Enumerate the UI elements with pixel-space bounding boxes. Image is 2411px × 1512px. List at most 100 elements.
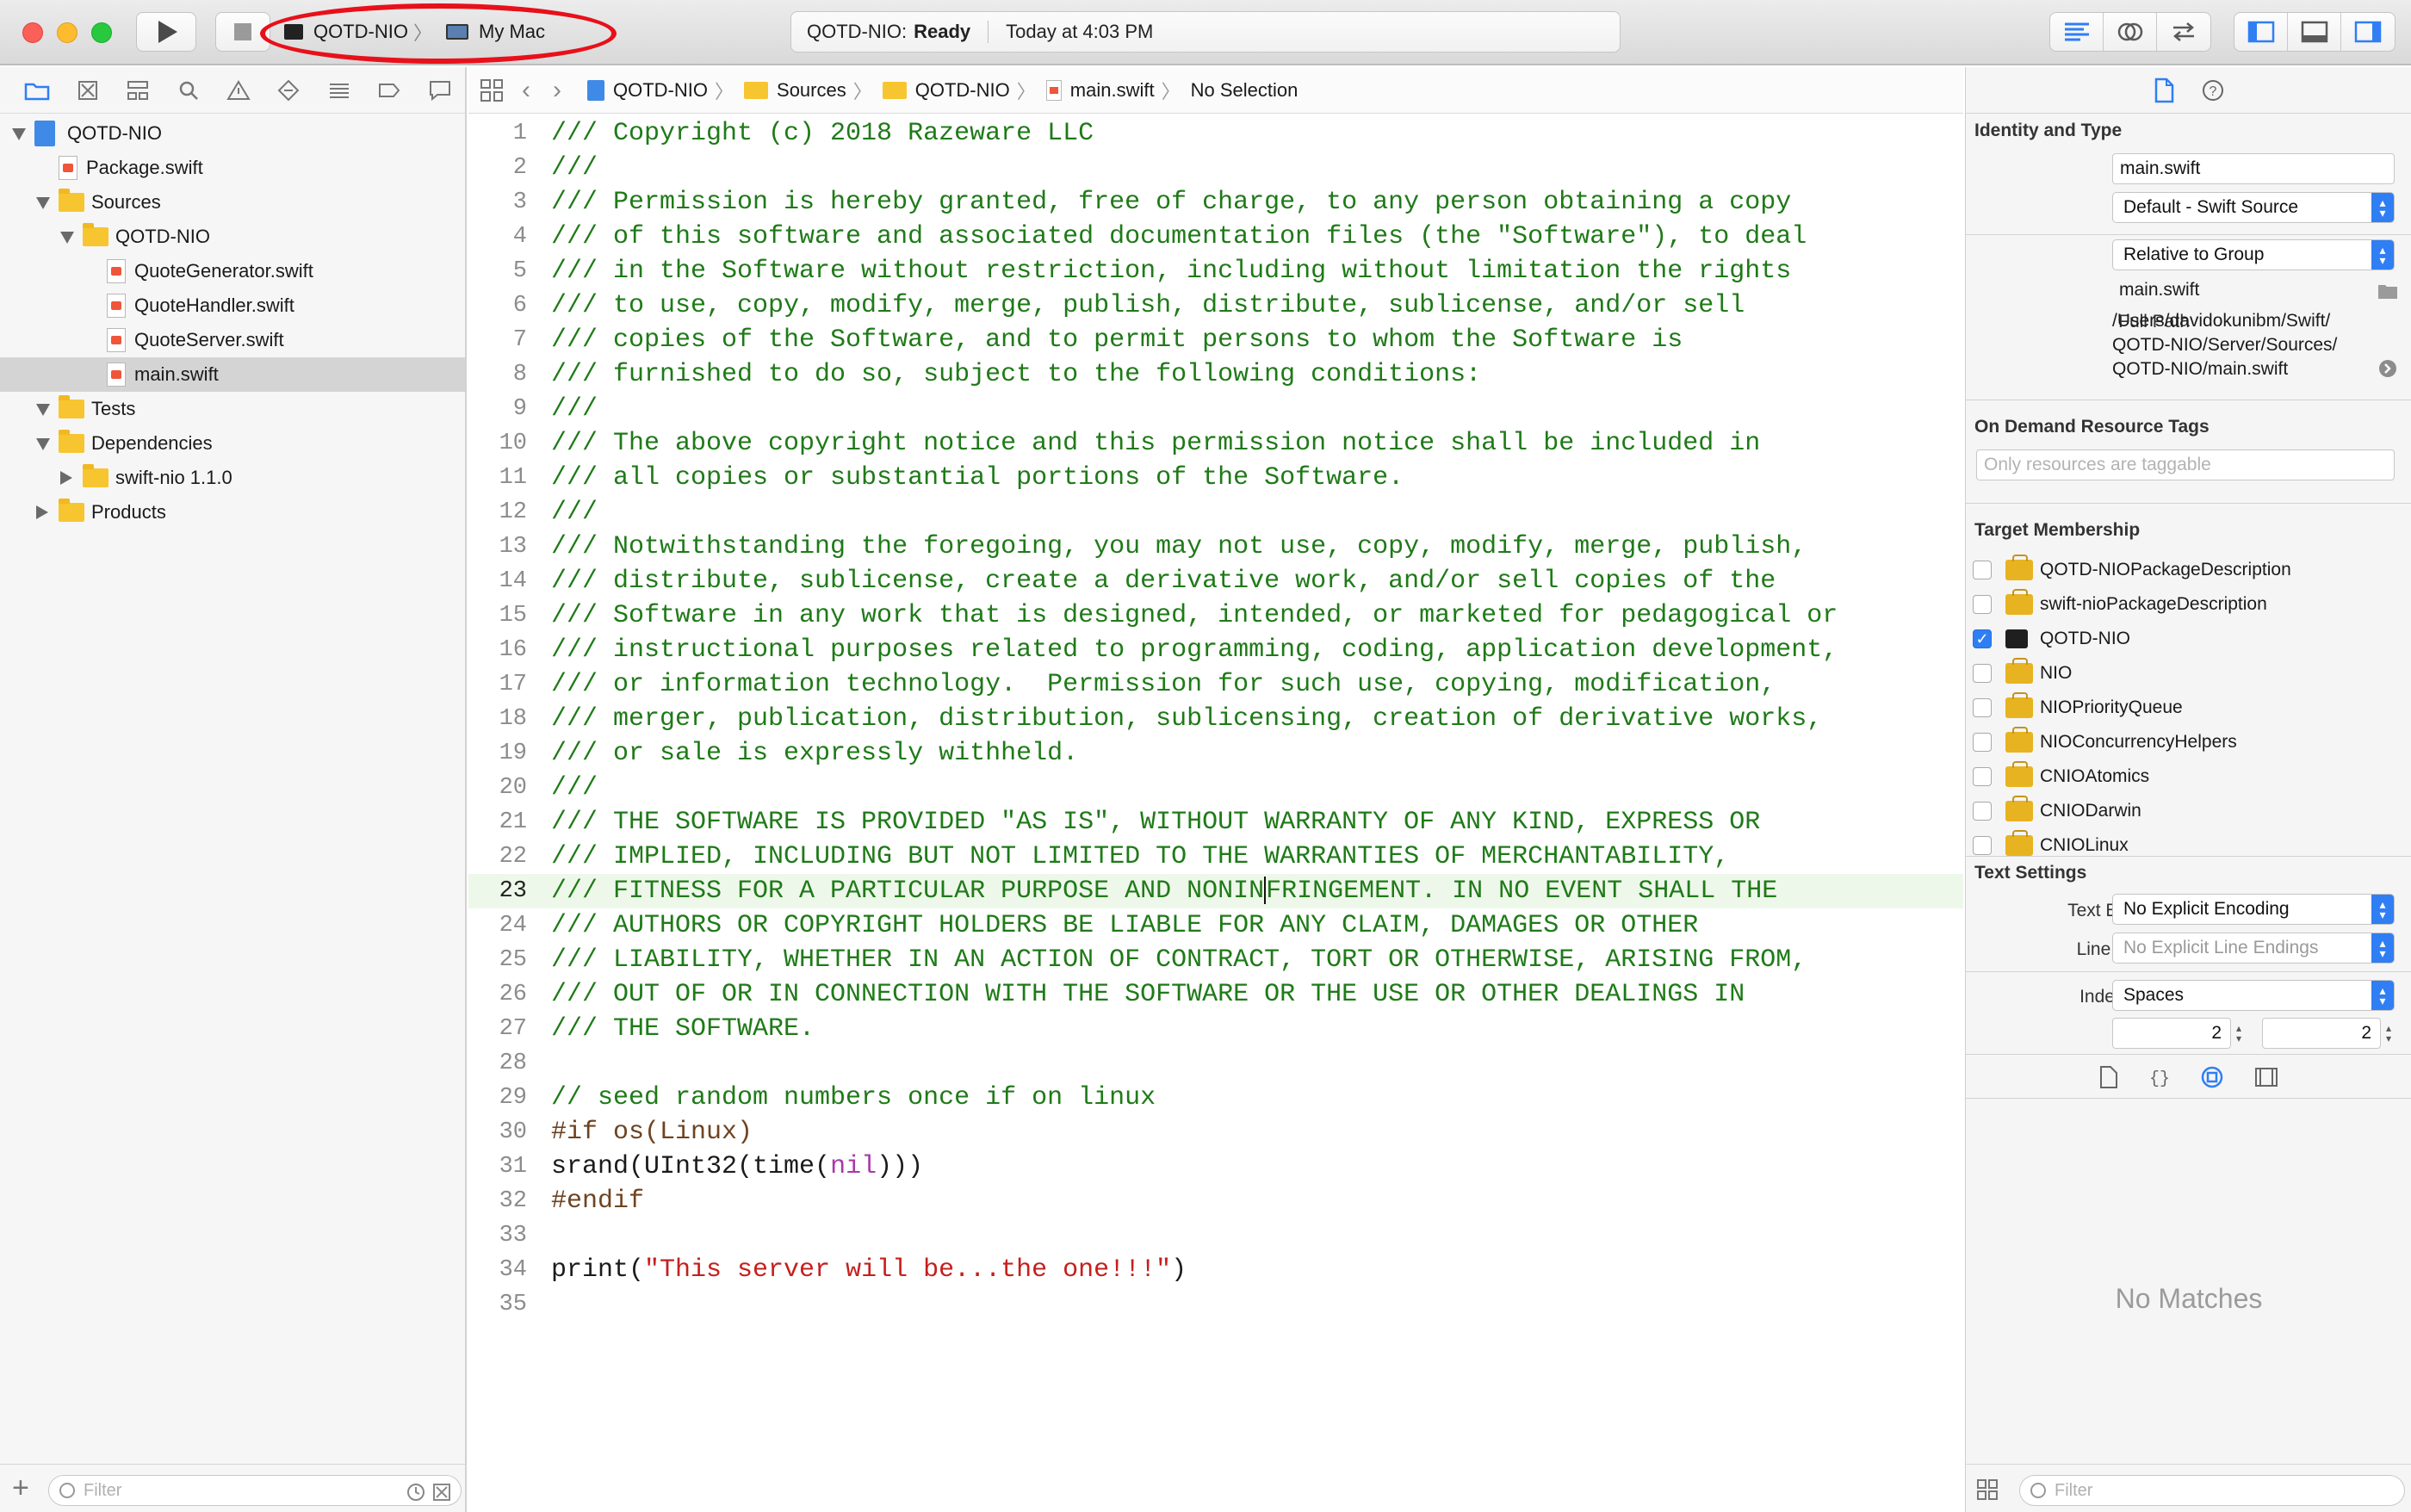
version-editor-button[interactable] [2157,13,2210,51]
file-template-library-icon[interactable] [2098,1065,2119,1089]
source-control-filter-icon[interactable] [431,1482,452,1503]
target-membership-item[interactable]: ✓ QOTD-NIO [1973,622,2130,656]
indent-width-stepper[interactable]: ▴ ▾ [2381,1019,2396,1048]
tree-item[interactable]: QuoteServer.swift [0,323,465,357]
tree-item[interactable]: Package.swift [0,151,465,185]
code-line: 6 /// to use, copy, modify, merge, publis… [468,288,1963,323]
target-membership-item[interactable]: QOTD-NIOPackageDescription [1973,553,2291,587]
tab-find-navigator[interactable] [163,73,213,108]
tree-item[interactable]: Products [0,495,465,530]
library-filter-input[interactable]: Filter [2019,1475,2405,1506]
tree-item[interactable]: QuoteHandler.swift [0,288,465,323]
jumpbar-item-group[interactable]: QOTD-NIO 〉 [882,77,1036,104]
tab-source-control-navigator[interactable] [62,73,112,108]
tab-width-stepper[interactable]: ▴ ▾ [2231,1019,2247,1048]
checkbox[interactable] [1973,733,1992,752]
tab-symbol-navigator[interactable] [113,73,163,108]
jumpbar-item-project[interactable]: QOTD-NIO 〉 [587,77,734,104]
toggle-debug-area-button[interactable] [2288,13,2341,51]
target-membership-item[interactable]: NIO [1973,656,2072,691]
tree-item[interactable]: QOTD-NIO [0,116,465,151]
disclosure-open-icon[interactable] [60,232,74,244]
target-membership-item[interactable]: swift-nioPackageDescription [1973,587,2267,622]
indent-using-popup[interactable]: Spaces ▴ ▾ [2112,980,2395,1011]
tab-project-navigator[interactable] [12,73,62,108]
tree-item[interactable]: Sources [0,185,465,220]
disclosure-closed-icon[interactable] [60,471,72,485]
jumpbar-item-sources[interactable]: Sources 〉 [744,77,872,104]
back-arrow-icon[interactable]: ‹ [522,76,530,105]
line-number: 9 [512,396,527,422]
disclosure-open-icon[interactable] [36,197,50,209]
quick-help-icon[interactable]: ? [2201,78,2225,102]
indent-width-input[interactable]: 2 [2262,1018,2381,1049]
code-snippet-library-icon[interactable]: {} [2148,1065,2171,1089]
grid-view-icon[interactable] [1976,1478,1999,1501]
warning-icon [226,79,251,100]
disclosure-open-icon[interactable] [12,128,26,140]
target-membership-item[interactable]: CNIOLinux [1973,828,2129,863]
checkbox[interactable] [1973,561,1992,579]
tab-issue-navigator[interactable] [214,73,263,108]
disclosure-open-icon[interactable] [36,404,50,416]
recent-files-clock-icon[interactable] [406,1482,426,1503]
tree-item[interactable]: swift-nio 1.1.0 [0,461,465,495]
tree-item[interactable]: QOTD-NIO [0,220,465,254]
standard-editor-button[interactable] [2050,13,2104,51]
target-membership-item[interactable]: CNIOAtomics [1973,759,2149,794]
disclosure-open-icon[interactable] [36,438,50,450]
target-membership-item[interactable]: NIOPriorityQueue [1973,691,2183,725]
related-items-icon[interactable] [480,78,503,102]
target-membership-item[interactable]: CNIODarwin [1973,794,2141,828]
checkbox-checked[interactable]: ✓ [1973,629,1992,648]
reveal-in-finder-arrow-icon[interactable] [2377,358,2398,379]
file-type-popup[interactable]: Default - Swift Source ▴ ▾ [2112,192,2395,223]
media-library-icon[interactable] [2253,1066,2279,1088]
tree-item[interactable]: Dependencies [0,426,465,461]
code-text: /// Permission is hereby granted, free o… [551,188,1792,217]
source-control-icon [77,80,97,100]
checkbox[interactable] [1973,595,1992,614]
jumpbar-item-file[interactable]: main.swift 〉 [1045,77,1181,104]
tree-item[interactable]: QuoteGenerator.swift [0,254,465,288]
code-line: 33 [468,1218,1963,1253]
checkbox[interactable] [1973,767,1992,786]
forward-arrow-icon[interactable]: › [553,76,561,105]
code-text-area[interactable]: 1 /// Copyright (c) 2018 Razeware LLC 2 ///… [468,115,1963,1509]
add-file-button[interactable]: + [12,1472,29,1505]
jumpbar-item-symbol[interactable]: No Selection [1191,79,1298,102]
tab-width-input[interactable]: 2 [2112,1018,2231,1049]
disclosure-closed-icon[interactable] [36,505,48,519]
toggle-inspector-button[interactable] [2341,13,2395,51]
tree-item-label: Tests [91,398,136,419]
tab-test-navigator[interactable] [263,73,313,108]
object-library-icon[interactable] [2200,1065,2224,1089]
file-inspector-icon[interactable] [2153,77,2175,103]
line-endings-popup[interactable]: No Explicit Line Endings ▴ ▾ [2112,933,2395,964]
location-popup[interactable]: Relative to Group ▴ ▾ [2112,239,2395,270]
target-membership-item[interactable]: NIOConcurrencyHelpers [1973,725,2237,759]
tab-breakpoint-navigator[interactable] [364,73,414,108]
toggle-navigator-button[interactable] [2234,13,2288,51]
checkbox[interactable] [1973,664,1992,683]
resource-tags-input[interactable]: Only resources are taggable [1976,449,2395,480]
line-number: 29 [499,1085,527,1111]
text-encoding-popup[interactable]: No Explicit Encoding ▴ ▾ [2112,894,2395,925]
checkbox[interactable] [1973,698,1992,717]
checkbox[interactable] [1973,836,1992,855]
chevron-right-icon: 〉 [715,80,734,102]
minimize-window-button[interactable] [57,22,77,43]
highlight-annotation-ellipse [260,3,617,64]
zoom-window-button[interactable] [91,22,112,43]
tab-debug-navigator[interactable] [314,73,364,108]
assistant-editor-button[interactable] [2104,13,2157,51]
tab-report-navigator[interactable] [415,73,465,108]
file-name-input[interactable]: main.swift [2112,153,2395,184]
close-window-button[interactable] [22,22,43,43]
navigator-filter-input[interactable]: Filter [48,1475,462,1506]
choose-location-folder-icon[interactable] [2377,282,2398,300]
run-button[interactable] [136,12,196,52]
checkbox[interactable] [1973,802,1992,821]
tree-item[interactable]: Tests [0,392,465,426]
tree-item[interactable]: main.swift [0,357,465,392]
